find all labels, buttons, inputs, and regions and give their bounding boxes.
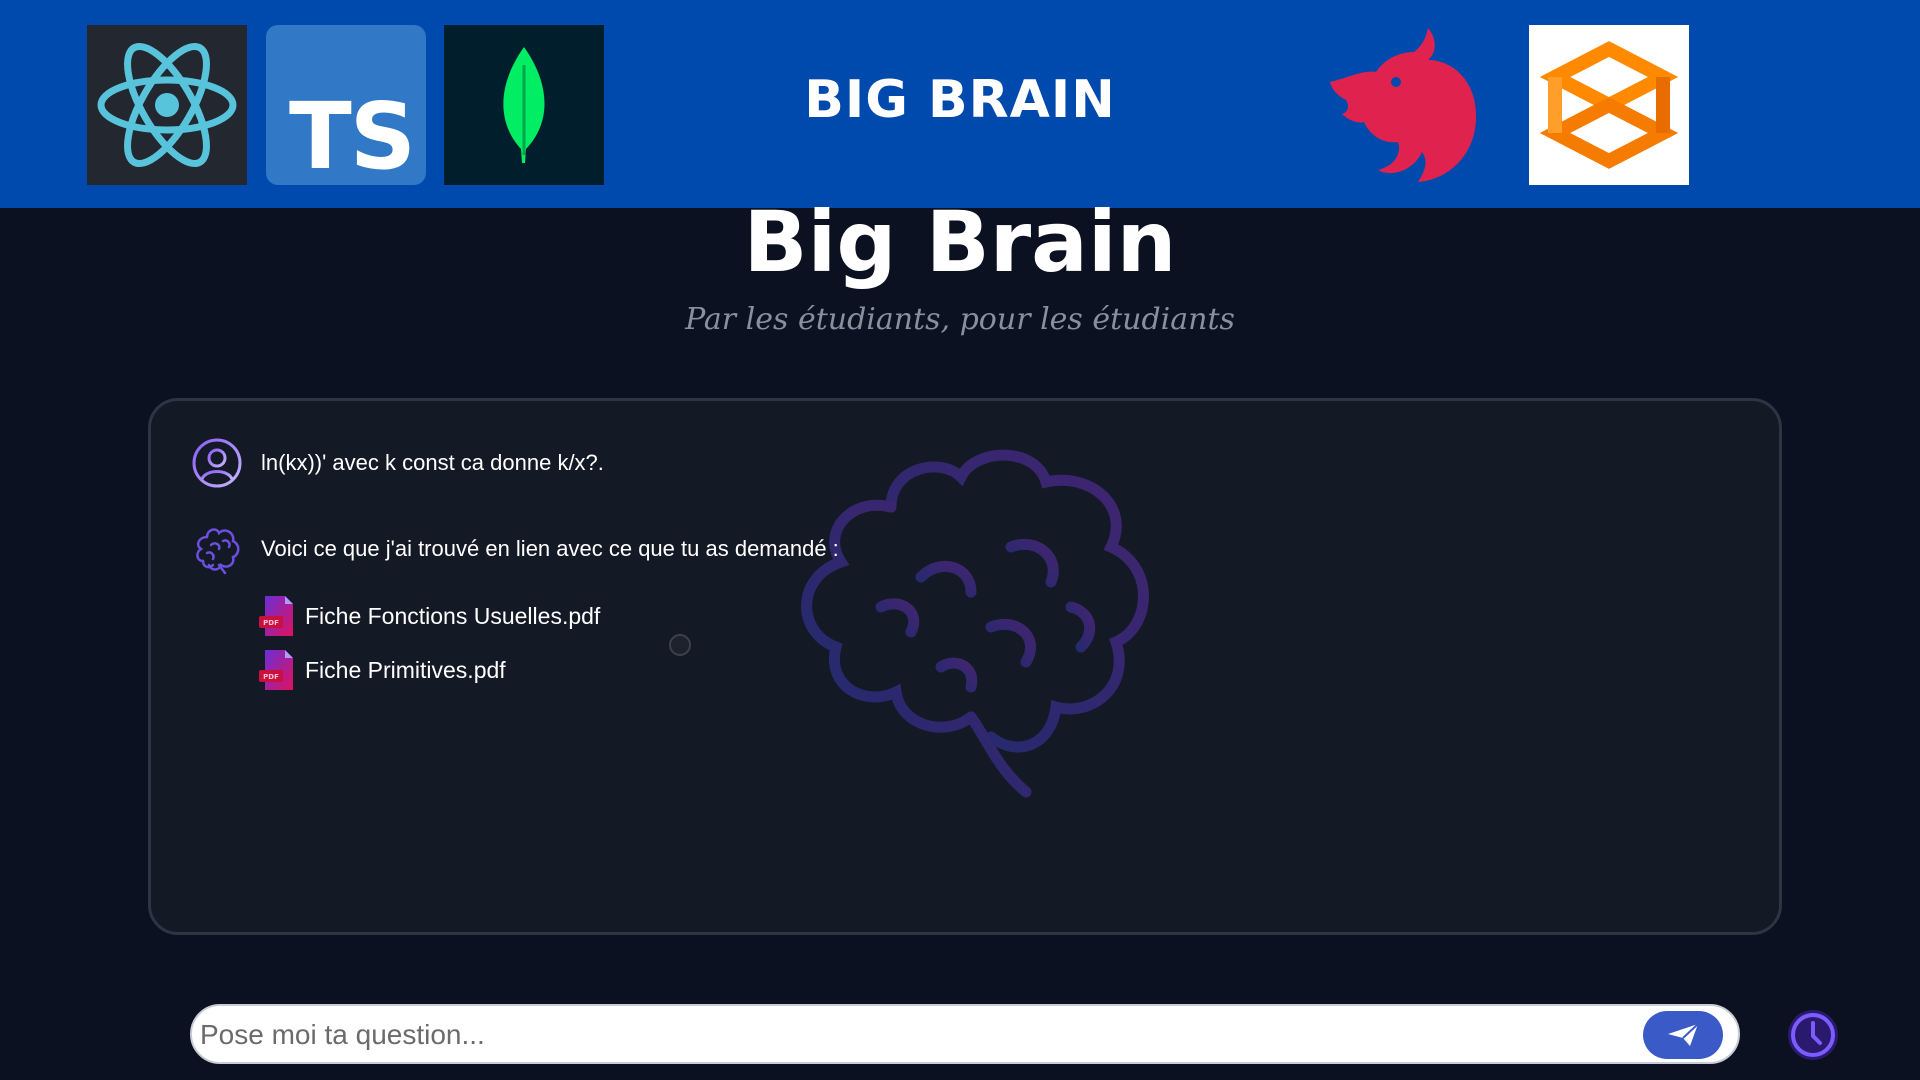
pdf-icon: PDF: [259, 596, 293, 636]
document-link-primitives[interactable]: PDF Fiche Primitives.pdf: [257, 643, 600, 697]
svg-text:PDF: PDF: [263, 619, 279, 627]
document-list: PDF Fiche Fonctions Usuelles.pdf PDF Fic…: [257, 589, 600, 697]
document-name: Fiche Primitives.pdf: [305, 656, 506, 683]
mongodb-logo: [444, 25, 604, 185]
send-icon: [1668, 1023, 1699, 1046]
typescript-logo: TS: [266, 25, 426, 185]
document-link-fonctions-usuelles[interactable]: PDF Fiche Fonctions Usuelles.pdf: [257, 589, 600, 643]
user-message: ln(kx))' avec k const ca donne k/x?.: [191, 437, 604, 489]
question-bar: [190, 1004, 1740, 1064]
banner-title: BIG BRAIN: [804, 70, 1116, 130]
mouse-cursor: [669, 634, 691, 656]
stackblitz-logo: [1529, 25, 1689, 185]
history-button[interactable]: [1786, 1008, 1840, 1062]
bot-message-text: Voici ce que j'ai trouvé en lien avec ce…: [261, 536, 839, 561]
user-message-text: ln(kx))' avec k const ca donne k/x?.: [261, 450, 604, 475]
top-banner: TS BIG BRAIN: [0, 0, 1920, 208]
clock-icon: [1788, 1010, 1838, 1060]
brain-icon: [196, 528, 240, 575]
nestjs-logo: [1318, 20, 1488, 190]
user-icon: [192, 438, 242, 488]
send-button[interactable]: [1643, 1011, 1723, 1059]
svg-text:PDF: PDF: [263, 673, 279, 681]
page-title: Big Brain: [743, 193, 1177, 291]
typescript-logo-text: TS: [288, 83, 416, 190]
react-icon: [97, 42, 237, 168]
document-name: Fiche Fonctions Usuelles.pdf: [305, 602, 601, 629]
leaf-icon: [503, 47, 545, 163]
cat-head-icon: [1330, 28, 1477, 182]
page-subtitle: Par les étudiants, pour les étudiants: [685, 302, 1235, 337]
question-input[interactable]: [200, 1012, 1620, 1058]
background-brain-icon: [801, 449, 1149, 798]
bot-message: Voici ce que j'ai trouvé en lien avec ce…: [191, 523, 839, 575]
chat-panel: ln(kx))' avec k const ca donne k/x?. Voi…: [148, 398, 1782, 935]
stack-icon: [1539, 41, 1679, 169]
react-logo: [87, 25, 247, 185]
pdf-icon: PDF: [259, 650, 293, 690]
